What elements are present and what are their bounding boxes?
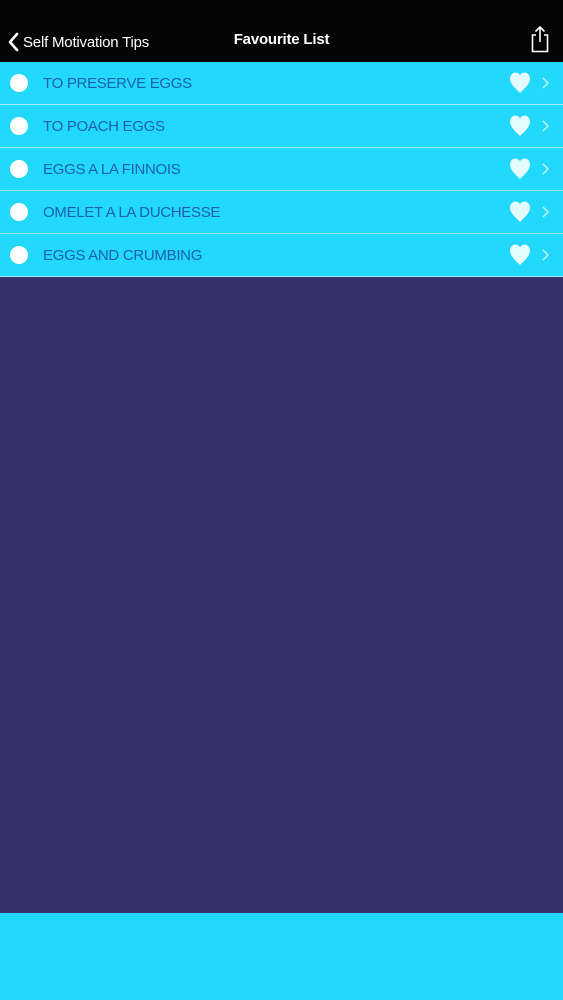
share-button[interactable] [529,25,551,53]
circle-icon [10,74,28,92]
heart-icon[interactable] [509,114,531,138]
favourite-list-screen: Self Motivation Tips Favourite List TO P… [0,0,563,1000]
list-item-label: EGGS AND CRUMBING [43,247,203,264]
list-item-label: TO PRESERVE EGGS [43,75,192,92]
chevron-right-icon [542,163,549,175]
chevron-right-icon [542,249,549,261]
chevron-right-icon [542,77,549,89]
heart-icon[interactable] [509,200,531,224]
list-item[interactable]: OMELET A LA DUCHESSE [0,191,563,234]
list-item-label: OMELET A LA DUCHESSE [43,204,221,221]
circle-icon [10,117,28,135]
list-item[interactable]: TO POACH EGGS [0,105,563,148]
page-title: Favourite List [233,31,330,48]
bottom-bar [0,913,563,1000]
heart-icon[interactable] [509,157,531,181]
list-item[interactable]: TO PRESERVE EGGS [0,62,563,105]
list-item-label: EGGS A LA FINNOIS [43,161,181,178]
navigation-bar: Self Motivation Tips Favourite List [0,0,563,62]
circle-icon [10,246,28,264]
chevron-right-icon [542,206,549,218]
heart-icon[interactable] [509,243,531,267]
favourite-list: TO PRESERVE EGGS TO POACH EGGS EGGS A LA… [0,62,563,277]
circle-icon [10,160,28,178]
circle-icon [10,203,28,221]
chevron-right-icon [542,120,549,132]
list-item[interactable]: EGGS AND CRUMBING [0,234,563,277]
share-icon [531,25,549,53]
list-item-label: TO POACH EGGS [43,118,165,135]
list-item[interactable]: EGGS A LA FINNOIS [0,148,563,191]
heart-icon[interactable] [509,71,531,95]
